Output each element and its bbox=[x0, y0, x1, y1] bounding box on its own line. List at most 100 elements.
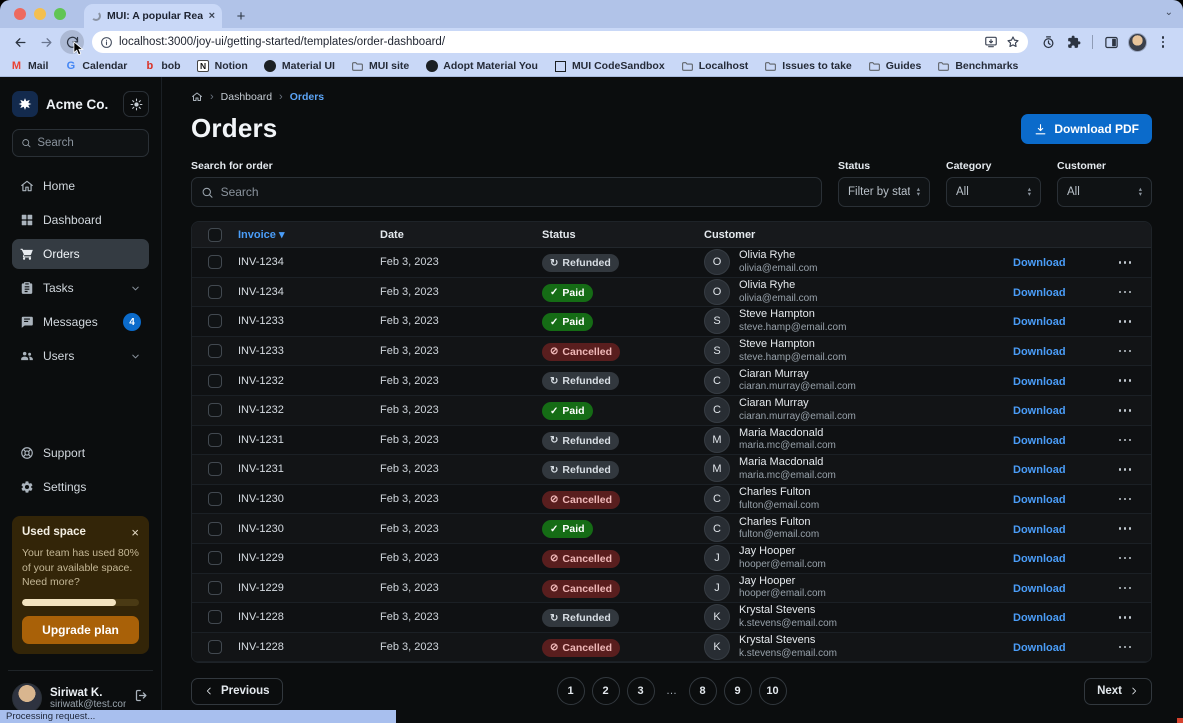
bookmark-mui-codesandbox[interactable]: MUI CodeSandbox bbox=[554, 60, 665, 73]
order-search-input[interactable] bbox=[221, 185, 812, 199]
url-text[interactable]: localhost:3000/joy-ui/getting-started/te… bbox=[119, 36, 978, 48]
extension-clock-icon[interactable] bbox=[1036, 30, 1060, 54]
header-invoice-sort[interactable]: Invoice ▾ bbox=[238, 228, 380, 241]
sidebar-item-settings[interactable]: Settings bbox=[12, 472, 149, 502]
browser-tab[interactable]: MUI: A popular React UI fram × bbox=[84, 4, 222, 28]
download-link[interactable]: Download bbox=[1013, 287, 1066, 299]
row-checkbox[interactable] bbox=[208, 285, 222, 299]
close-window-button[interactable] bbox=[14, 8, 26, 20]
sidebar-search-input[interactable] bbox=[37, 137, 140, 149]
bookmark-calendar[interactable]: GCalendar bbox=[64, 60, 127, 73]
row-checkbox[interactable] bbox=[208, 462, 222, 476]
sidebar-search[interactable] bbox=[12, 129, 149, 157]
download-link[interactable]: Download bbox=[1013, 553, 1066, 565]
next-page-button[interactable]: Next bbox=[1084, 678, 1152, 705]
page-button-1[interactable]: 1 bbox=[557, 677, 585, 705]
row-menu-button[interactable] bbox=[1099, 468, 1151, 471]
row-checkbox[interactable] bbox=[208, 374, 222, 388]
previous-page-button[interactable]: Previous bbox=[191, 678, 283, 705]
extensions-puzzle-icon[interactable] bbox=[1062, 30, 1086, 54]
status-filter-select[interactable]: Filter by status ▴▾ bbox=[838, 177, 930, 207]
download-link[interactable]: Download bbox=[1013, 346, 1066, 358]
row-checkbox[interactable] bbox=[208, 403, 222, 417]
download-link[interactable]: Download bbox=[1013, 464, 1066, 476]
upgrade-plan-button[interactable]: Upgrade plan bbox=[22, 616, 139, 644]
bookmark-mail[interactable]: MMail bbox=[10, 60, 48, 73]
row-checkbox[interactable] bbox=[208, 492, 222, 506]
page-button-9[interactable]: 9 bbox=[724, 677, 752, 705]
row-checkbox[interactable] bbox=[208, 640, 222, 654]
bookmark-adopt-material-you[interactable]: Adopt Material You bbox=[425, 60, 538, 73]
row-checkbox[interactable] bbox=[208, 255, 222, 269]
sidebar-item-tasks[interactable]: Tasks bbox=[12, 273, 149, 303]
download-link[interactable]: Download bbox=[1013, 257, 1066, 269]
row-menu-button[interactable] bbox=[1099, 261, 1151, 264]
download-link[interactable]: Download bbox=[1013, 583, 1066, 595]
download-pdf-button[interactable]: Download PDF bbox=[1021, 114, 1152, 144]
bookmark-guides[interactable]: Guides bbox=[868, 60, 922, 73]
bookmark-bob[interactable]: bbob bbox=[143, 60, 180, 73]
row-checkbox[interactable] bbox=[208, 433, 222, 447]
page-button-8[interactable]: 8 bbox=[689, 677, 717, 705]
row-checkbox[interactable] bbox=[208, 314, 222, 328]
page-button-2[interactable]: 2 bbox=[592, 677, 620, 705]
sidebar-item-support[interactable]: Support bbox=[12, 438, 149, 468]
bookmark-benchmarks[interactable]: Benchmarks bbox=[937, 60, 1018, 73]
category-filter-select[interactable]: All ▴▾ bbox=[946, 177, 1041, 207]
minimize-window-button[interactable] bbox=[34, 8, 46, 20]
site-info-icon[interactable] bbox=[100, 36, 113, 49]
row-menu-button[interactable] bbox=[1099, 320, 1151, 323]
sidebar-item-orders[interactable]: Orders bbox=[12, 239, 149, 269]
download-link[interactable]: Download bbox=[1013, 435, 1066, 447]
side-panel-icon[interactable] bbox=[1099, 30, 1123, 54]
profile-avatar[interactable] bbox=[1125, 30, 1149, 54]
back-button[interactable] bbox=[8, 30, 32, 54]
bookmark-star-icon[interactable] bbox=[1006, 35, 1020, 49]
bookmark-localhost[interactable]: Localhost bbox=[681, 60, 749, 73]
install-app-icon[interactable] bbox=[984, 35, 998, 49]
browser-menu-kebab-icon[interactable] bbox=[1151, 30, 1175, 54]
sidebar-item-home[interactable]: Home bbox=[12, 171, 149, 201]
row-menu-button[interactable] bbox=[1099, 616, 1151, 619]
home-icon[interactable] bbox=[191, 91, 203, 103]
logout-icon[interactable] bbox=[134, 688, 149, 708]
sidebar-item-users[interactable]: Users bbox=[12, 341, 149, 371]
download-link[interactable]: Download bbox=[1013, 376, 1066, 388]
bookmark-notion[interactable]: NNotion bbox=[197, 60, 248, 73]
tab-close-icon[interactable]: × bbox=[209, 10, 215, 22]
row-menu-button[interactable] bbox=[1099, 439, 1151, 442]
theme-toggle-button[interactable] bbox=[123, 91, 149, 117]
maximize-window-button[interactable] bbox=[54, 8, 66, 20]
order-search-field[interactable] bbox=[191, 177, 822, 207]
forward-button[interactable] bbox=[34, 30, 58, 54]
row-menu-button[interactable] bbox=[1099, 498, 1151, 501]
row-checkbox[interactable] bbox=[208, 344, 222, 358]
customer-filter-select[interactable]: All ▴▾ bbox=[1057, 177, 1152, 207]
url-bar[interactable]: localhost:3000/joy-ui/getting-started/te… bbox=[92, 31, 1028, 53]
reload-button[interactable] bbox=[60, 30, 84, 54]
bookmark-issues-to-take[interactable]: Issues to take bbox=[764, 60, 851, 73]
download-link[interactable]: Download bbox=[1013, 612, 1066, 624]
download-link[interactable]: Download bbox=[1013, 494, 1066, 506]
tab-search-icon[interactable]: ⌄ bbox=[1165, 7, 1173, 18]
select-all-checkbox[interactable] bbox=[208, 228, 222, 242]
download-link[interactable]: Download bbox=[1013, 316, 1066, 328]
sidebar-item-dashboard[interactable]: Dashboard bbox=[12, 205, 149, 235]
row-menu-button[interactable] bbox=[1099, 527, 1151, 530]
row-menu-button[interactable] bbox=[1099, 350, 1151, 353]
row-menu-button[interactable] bbox=[1099, 646, 1151, 649]
download-link[interactable]: Download bbox=[1013, 405, 1066, 417]
page-button-10[interactable]: 10 bbox=[759, 677, 787, 705]
row-menu-button[interactable] bbox=[1099, 557, 1151, 560]
row-menu-button[interactable] bbox=[1099, 291, 1151, 294]
row-checkbox[interactable] bbox=[208, 551, 222, 565]
row-checkbox[interactable] bbox=[208, 581, 222, 595]
bookmark-mui-site[interactable]: MUI site bbox=[351, 60, 409, 73]
bookmark-material-ui[interactable]: Material UI bbox=[264, 60, 335, 73]
row-menu-button[interactable] bbox=[1099, 587, 1151, 590]
new-tab-button[interactable]: + bbox=[230, 5, 252, 27]
row-menu-button[interactable] bbox=[1099, 409, 1151, 412]
download-link[interactable]: Download bbox=[1013, 524, 1066, 536]
sidebar-item-messages[interactable]: Messages4 bbox=[12, 307, 149, 337]
breadcrumb-dashboard[interactable]: Dashboard bbox=[221, 91, 272, 103]
